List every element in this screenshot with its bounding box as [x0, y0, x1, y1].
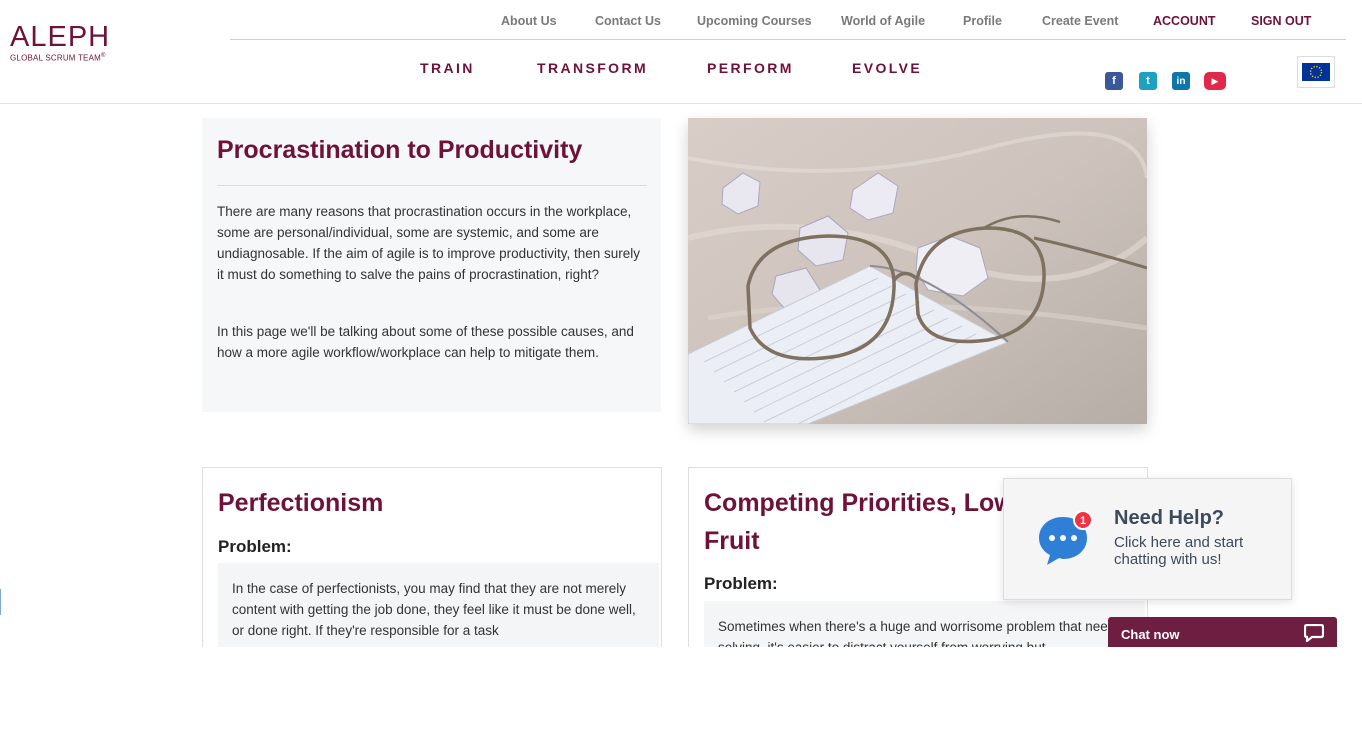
notification-badge: 1 [1080, 515, 1086, 527]
logo-wordmark: ALEPH [10, 21, 111, 53]
nav-world-of-agile[interactable]: World of Agile [841, 14, 925, 28]
registered-mark: ® [100, 53, 106, 59]
nav-sign-out[interactable]: SIGN OUT [1251, 14, 1311, 28]
nav-account[interactable]: ACCOUNT [1153, 14, 1216, 28]
left-edge-tab[interactable] [0, 589, 1, 615]
nav-create-event[interactable]: Create Event [1042, 14, 1118, 28]
card-subtitle-problem: Problem: [218, 537, 292, 556]
aleph-logo[interactable]: ALEPH GLOBAL SCRUM TEAM® [10, 22, 150, 67]
nav-train[interactable]: TRAIN [420, 60, 475, 76]
need-help-widget[interactable]: 1 Need Help? Click here and start chatti… [1003, 478, 1292, 600]
chat-bubble-icon: 1 [1039, 511, 1093, 565]
chat-now-label: Chat now [1121, 627, 1180, 642]
twitter-icon[interactable]: t [1139, 72, 1157, 90]
help-title: Need Help? [1114, 507, 1225, 529]
language-selector[interactable] [1297, 56, 1335, 88]
problem-text: In the case of perfectionists, you may f… [232, 581, 636, 638]
eu-flag-icon [1302, 63, 1330, 81]
nav-perform[interactable]: PERFORM [707, 60, 794, 76]
page-title: Procrastination to Productivity [217, 136, 583, 164]
top-navigation: About Us Contact Us Upcoming Courses Wor… [230, 0, 1346, 40]
chat-speech-icon [1304, 624, 1324, 642]
title-divider [217, 185, 647, 186]
logo-tagline: GLOBAL SCRUM TEAM [10, 53, 101, 63]
chat-now-bar[interactable]: Chat now [1108, 617, 1337, 647]
card-subtitle-problem: Problem: [704, 574, 778, 593]
nav-contact-us[interactable]: Contact Us [595, 14, 661, 28]
nav-about-us[interactable]: About Us [501, 14, 557, 28]
intro-paragraph-2: In this page we'll be talking about some… [217, 324, 634, 360]
intro-paragraph-1: There are many reasons that procrastinat… [217, 204, 640, 282]
linkedin-icon[interactable]: in [1172, 72, 1190, 90]
help-text: Click here and start chatting with us! [1114, 534, 1244, 568]
nav-transform[interactable]: TRANSFORM [537, 60, 648, 76]
hero-photo-glasses-notepad [688, 118, 1147, 424]
nav-evolve[interactable]: EVOLVE [852, 60, 922, 76]
youtube-icon[interactable]: ▶ [1204, 72, 1226, 90]
site-header: ALEPH GLOBAL SCRUM TEAM® About Us Contac… [0, 0, 1362, 104]
nav-upcoming-courses[interactable]: Upcoming Courses [697, 14, 812, 28]
card-title-perfectionism: Perfectionism [218, 489, 384, 517]
facebook-icon[interactable]: f [1105, 72, 1123, 90]
perfectionism-card: Perfectionism Problem: In the case of pe… [202, 467, 662, 669]
viewport-blank-area [0, 647, 1362, 736]
nav-profile[interactable]: Profile [963, 14, 1002, 28]
